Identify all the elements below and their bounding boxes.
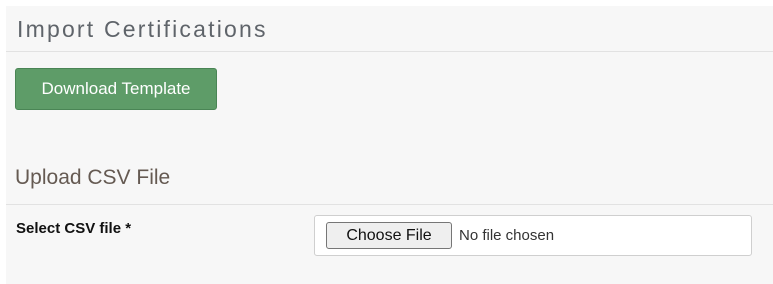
upload-section-title: Upload CSV File	[15, 166, 171, 189]
panel-header: Import Certifications	[6, 6, 773, 52]
csv-file-input[interactable]: Choose File No file chosen	[314, 215, 752, 256]
section-divider	[6, 204, 773, 205]
choose-file-button[interactable]: Choose File	[326, 222, 452, 249]
file-status-text: No file chosen	[459, 227, 555, 244]
page-title: Import Certifications	[17, 16, 268, 42]
csv-file-label: Select CSV file *	[16, 220, 132, 237]
download-template-button[interactable]: Download Template	[15, 68, 217, 110]
import-certifications-panel: Import Certifications Download Template …	[6, 6, 773, 284]
